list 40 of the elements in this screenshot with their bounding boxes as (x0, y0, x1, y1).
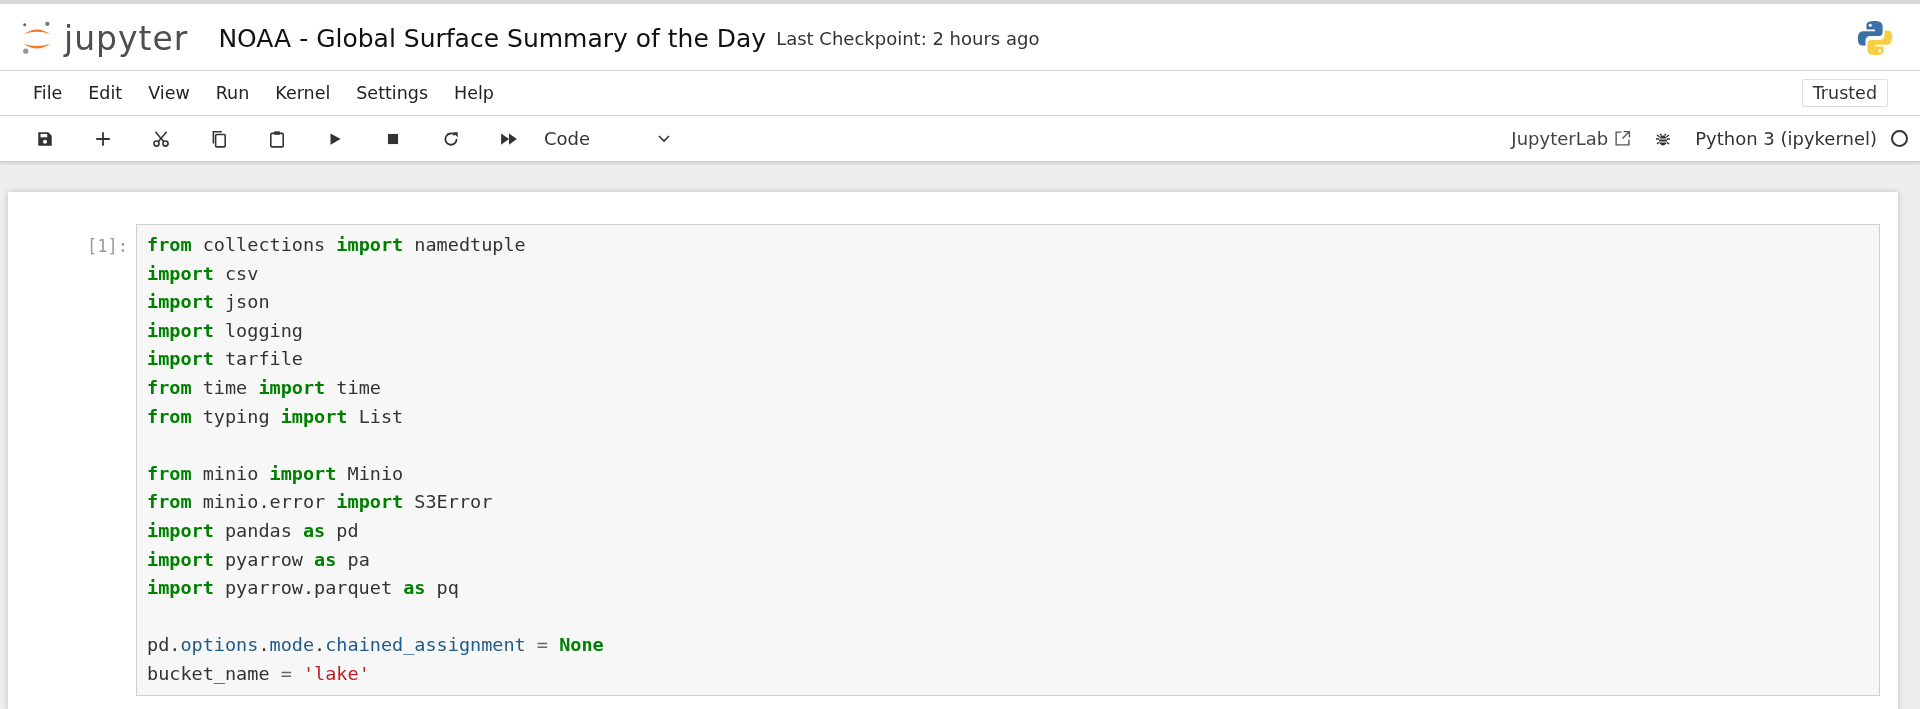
code-line: pd.options.mode.chained_assignment = None (147, 633, 605, 658)
code-line: import tarfile (147, 347, 304, 372)
chevron-down-icon[interactable] (658, 134, 670, 143)
code-line: bucket_name = 'lake' (147, 661, 371, 686)
trusted-indicator[interactable]: Trusted (1801, 79, 1888, 107)
code-line: import pandas as pd (147, 518, 360, 543)
menu-item[interactable]: Edit (75, 79, 136, 107)
copy-icon[interactable] (210, 129, 228, 148)
code-line: from minio import Minio (147, 461, 405, 486)
code-line: from collections import namedtuple (147, 233, 527, 257)
kernel-name[interactable]: Python 3 (ipykernel) (1695, 128, 1877, 149)
python-logo-icon (1856, 19, 1894, 57)
restart-icon[interactable] (442, 129, 460, 148)
code-line: import csv (147, 261, 260, 286)
jupyter-logo-text[interactable]: jupyter (64, 18, 189, 58)
save-icon[interactable] (36, 129, 54, 148)
code-cell[interactable] (136, 224, 1880, 696)
checkpoint-status: Last Checkpoint: 2 hours ago (776, 27, 1040, 49)
code-line: from typing import List (147, 404, 405, 429)
scissors-icon[interactable] (152, 129, 170, 148)
code-line: from time import time (147, 375, 382, 400)
code-line: import pyarrow as pa (147, 547, 371, 572)
clipboard-icon[interactable] (268, 129, 286, 148)
menu-item[interactable]: View (135, 79, 203, 107)
notebook-title[interactable]: NOAA - Global Surface Summary of the Day (218, 23, 767, 53)
code-line: import json (147, 290, 271, 315)
code-line: import logging (147, 318, 304, 343)
menu-item[interactable]: Run (202, 79, 263, 107)
jupyterlab-link[interactable]: JupyterLab (1511, 128, 1632, 149)
external-link-icon[interactable] (1614, 130, 1632, 147)
menu-item[interactable]: Kernel (262, 79, 344, 107)
menu-item[interactable]: File (20, 79, 76, 107)
cell-type-dropdown[interactable]: Code (538, 124, 676, 153)
code-line: from minio.error import S3Error (147, 490, 494, 515)
bug-icon[interactable] (1655, 130, 1672, 147)
plus-icon[interactable] (94, 129, 112, 148)
cell-prompt: [1]: (86, 235, 129, 256)
menu-item[interactable]: Help (441, 79, 507, 107)
code-line: import pyarrow.parquet as pq (147, 576, 460, 601)
menu-item[interactable]: Settings (343, 79, 442, 107)
